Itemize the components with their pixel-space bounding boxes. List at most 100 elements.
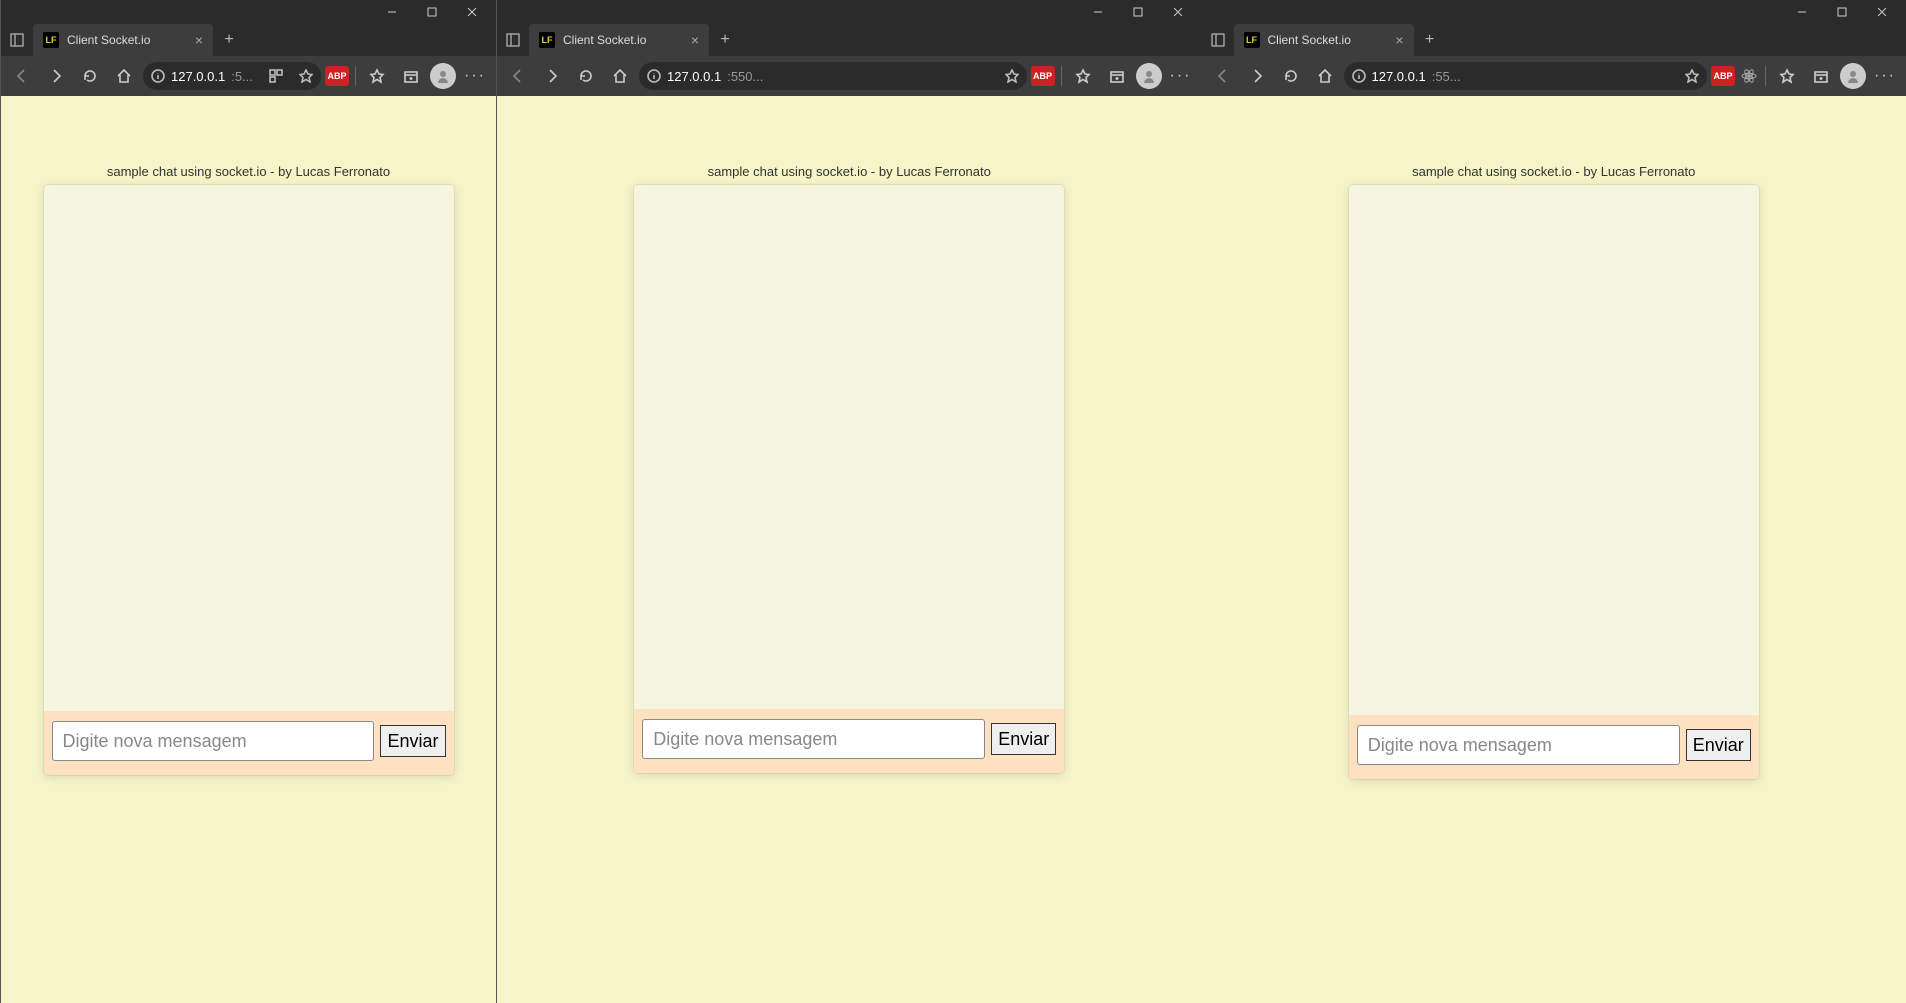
info-icon xyxy=(1352,69,1366,83)
chat-input-row: Enviar xyxy=(634,709,1064,773)
messages-list[interactable] xyxy=(44,185,454,711)
chat-input-row: Enviar xyxy=(44,711,454,775)
browser-tab[interactable]: LF Client Socket.io × xyxy=(1234,24,1414,56)
minimize-button[interactable] xyxy=(378,2,406,22)
profile-avatar[interactable] xyxy=(430,63,456,89)
new-tab-button[interactable]: + xyxy=(213,24,245,56)
refresh-button[interactable] xyxy=(75,61,105,91)
send-button[interactable]: Enviar xyxy=(991,723,1056,755)
browser-tab[interactable]: LF Client Socket.io × xyxy=(529,24,709,56)
abp-extension-icon[interactable]: ABP xyxy=(325,66,349,86)
collections-button[interactable] xyxy=(1806,61,1836,91)
favorite-star-icon[interactable] xyxy=(1685,69,1699,83)
browser-tab[interactable]: LF Client Socket.io × xyxy=(33,24,213,56)
back-button[interactable] xyxy=(503,61,533,91)
browser-toolbar: 127.0.0.1:5... ABP ··· xyxy=(1,56,496,96)
favicon-icon: LF xyxy=(539,32,555,48)
browser-toolbar: 127.0.0.1 :55... ABP ··· xyxy=(1202,56,1906,96)
tab-actions-button[interactable] xyxy=(1,24,33,56)
close-window-button[interactable] xyxy=(458,2,486,22)
close-tab-button[interactable]: × xyxy=(195,32,203,48)
close-tab-button[interactable]: × xyxy=(691,32,699,48)
toolbar-divider xyxy=(1061,66,1062,86)
profile-avatar[interactable] xyxy=(1840,63,1866,89)
toolbar-divider xyxy=(355,66,356,86)
minimize-button[interactable] xyxy=(1788,2,1816,22)
abp-extension-icon[interactable]: ABP xyxy=(1031,66,1055,86)
home-button[interactable] xyxy=(1310,61,1340,91)
address-bar[interactable]: 127.0.0.1:550... xyxy=(639,62,1027,90)
tab-bar: LF Client Socket.io × + xyxy=(497,24,1202,56)
refresh-button[interactable] xyxy=(1276,61,1306,91)
browser-window-2: LF Client Socket.io × + 127.0.0.1:550...… xyxy=(496,0,1202,1003)
tab-title: Client Socket.io xyxy=(67,33,150,47)
more-menu-button[interactable]: ··· xyxy=(460,67,490,85)
message-input[interactable] xyxy=(642,719,985,759)
url-host: 127.0.0.1 xyxy=(1372,69,1426,84)
collections-button[interactable] xyxy=(1102,61,1132,91)
home-button[interactable] xyxy=(109,61,139,91)
close-tab-button[interactable]: × xyxy=(1395,32,1403,48)
send-button[interactable]: Enviar xyxy=(1686,729,1751,761)
address-bar[interactable]: 127.0.0.1:5... xyxy=(143,62,321,90)
address-bar[interactable]: 127.0.0.1 :55... xyxy=(1344,62,1708,90)
more-menu-button[interactable]: ··· xyxy=(1870,67,1900,85)
refresh-button[interactable] xyxy=(571,61,601,91)
browser-window-1: LF Client Socket.io × + 127.0.0.1:5... A… xyxy=(0,0,496,1003)
back-button[interactable] xyxy=(1208,61,1238,91)
tab-title: Client Socket.io xyxy=(1268,33,1351,47)
window-titlebar xyxy=(1,0,496,24)
favicon-icon: LF xyxy=(43,32,59,48)
send-button[interactable]: Enviar xyxy=(380,725,445,757)
more-menu-button[interactable]: ··· xyxy=(1166,67,1196,85)
minimize-button[interactable] xyxy=(1084,2,1112,22)
tab-actions-button[interactable] xyxy=(497,24,529,56)
favorite-star-icon[interactable] xyxy=(299,69,313,83)
new-tab-button[interactable]: + xyxy=(709,24,741,56)
forward-button[interactable] xyxy=(1242,61,1272,91)
favorites-button[interactable] xyxy=(1772,61,1802,91)
abp-extension-icon[interactable]: ABP xyxy=(1711,66,1735,86)
tab-bar: LF Client Socket.io × + xyxy=(1,24,496,56)
tab-title: Client Socket.io xyxy=(563,33,646,47)
message-input[interactable] xyxy=(52,721,375,761)
close-window-button[interactable] xyxy=(1164,2,1192,22)
qr-icon[interactable] xyxy=(269,69,283,83)
favorites-button[interactable] xyxy=(1068,61,1098,91)
chat-container: Enviar xyxy=(1349,185,1759,779)
toolbar-divider xyxy=(1765,66,1766,86)
url-port: :55... xyxy=(1432,69,1461,84)
tab-actions-button[interactable] xyxy=(1202,24,1234,56)
back-button[interactable] xyxy=(7,61,37,91)
page-heading: sample chat using socket.io - by Lucas F… xyxy=(1412,164,1695,179)
maximize-button[interactable] xyxy=(418,2,446,22)
chat-container: Enviar xyxy=(634,185,1064,773)
page-content: sample chat using socket.io - by Lucas F… xyxy=(497,96,1202,1003)
new-tab-button[interactable]: + xyxy=(1414,24,1446,56)
page-heading: sample chat using socket.io - by Lucas F… xyxy=(107,164,390,179)
browser-toolbar: 127.0.0.1:550... ABP ··· xyxy=(497,56,1202,96)
home-button[interactable] xyxy=(605,61,635,91)
favicon-icon: LF xyxy=(1244,32,1260,48)
page-content: sample chat using socket.io - by Lucas F… xyxy=(1202,96,1906,1003)
messages-list[interactable] xyxy=(1349,185,1759,715)
url-port: :5... xyxy=(231,69,253,84)
messages-list[interactable] xyxy=(634,185,1064,709)
url-host: 127.0.0.1 xyxy=(667,69,721,84)
profile-avatar[interactable] xyxy=(1136,63,1162,89)
browser-window-3: LF Client Socket.io × + 127.0.0.1 :55... … xyxy=(1202,0,1906,1003)
favorites-button[interactable] xyxy=(362,61,392,91)
page-content: sample chat using socket.io - by Lucas F… xyxy=(1,96,496,1003)
maximize-button[interactable] xyxy=(1124,2,1152,22)
info-icon xyxy=(151,69,165,83)
maximize-button[interactable] xyxy=(1828,2,1856,22)
favorite-star-icon[interactable] xyxy=(1005,69,1019,83)
collections-button[interactable] xyxy=(396,61,426,91)
forward-button[interactable] xyxy=(537,61,567,91)
page-heading: sample chat using socket.io - by Lucas F… xyxy=(708,164,991,179)
react-devtools-icon[interactable] xyxy=(1739,66,1759,86)
message-input[interactable] xyxy=(1357,725,1680,765)
forward-button[interactable] xyxy=(41,61,71,91)
window-titlebar xyxy=(1202,0,1906,24)
close-window-button[interactable] xyxy=(1868,2,1896,22)
